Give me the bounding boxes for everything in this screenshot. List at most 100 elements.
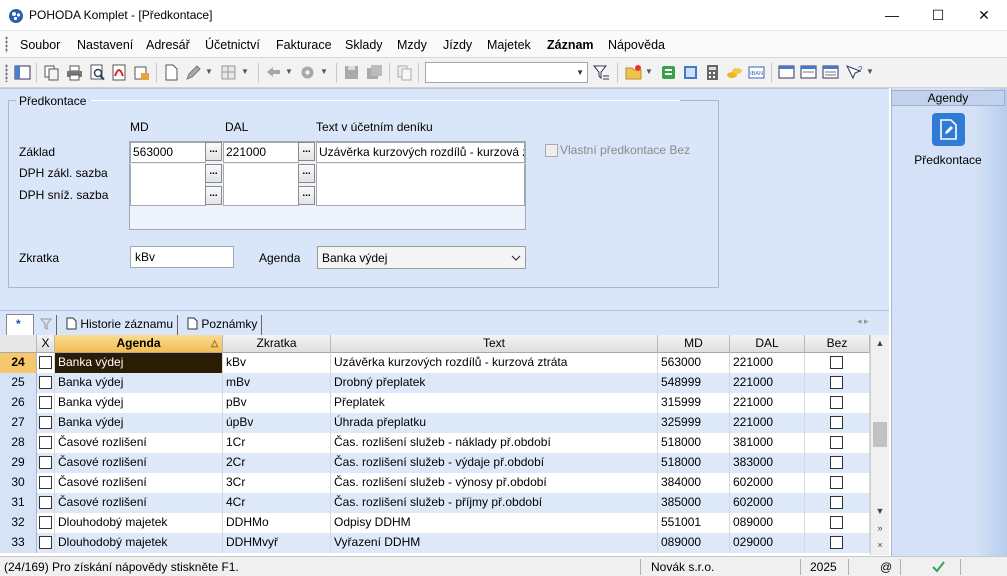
menu-grip[interactable] <box>5 36 8 53</box>
table-row[interactable]: 32 Dlouhodobý majetek DDHMo Odpisy DDHM 5510… <box>0 513 870 533</box>
coins-icon[interactable] <box>726 64 743 81</box>
grid-vertical-scrollbar[interactable]: ▲ ▼ » × <box>870 335 889 555</box>
tab-historie[interactable]: Historie záznamu <box>62 315 179 335</box>
minimize-button[interactable]: — <box>869 0 915 31</box>
table-row[interactable]: 27 Banka výdej úpBv Úhrada přeplatku 325999 2… <box>0 413 870 433</box>
dal-dph-zakl-browse-button[interactable]: ... <box>298 164 315 183</box>
dal-dph-input[interactable] <box>223 164 299 206</box>
table-row[interactable]: 26 Banka výdej pBv Přeplatek 315999 221000 <box>0 393 870 413</box>
table-row[interactable]: 31 Časové rozlišení 4Cr Čas. rozlišení služ… <box>0 493 870 513</box>
save-icon[interactable] <box>343 64 360 81</box>
menu-napoveda[interactable]: Nápověda <box>608 38 665 52</box>
menu-mzdy[interactable]: Mzdy <box>397 38 427 52</box>
filter-icon[interactable] <box>593 64 610 81</box>
iban-icon[interactable]: IBAN <box>748 64 765 81</box>
bez-checkbox[interactable] <box>830 456 843 469</box>
row-select-checkbox[interactable] <box>39 436 52 449</box>
bez-checkbox[interactable] <box>830 396 843 409</box>
window-icon[interactable] <box>778 64 795 81</box>
vlastni-predkontace-checkbox[interactable] <box>545 144 558 157</box>
row-select-checkbox[interactable] <box>39 476 52 489</box>
column-header-x[interactable]: X <box>37 335 55 353</box>
arrow-left-icon[interactable] <box>265 64 282 81</box>
table-row[interactable]: 25 Banka výdej mBv Drobný přeplatek 548999 22… <box>0 373 870 393</box>
scroll-up-icon[interactable]: ▲ <box>871 335 889 351</box>
tab-poznamky[interactable]: Poznámky <box>183 315 263 335</box>
panel-toggle-icon[interactable] <box>14 64 31 81</box>
help-icon[interactable]: ? <box>845 64 862 81</box>
close-button[interactable]: ✕ <box>961 0 1007 31</box>
column-header-bez[interactable]: Bez <box>805 335 870 353</box>
md-dph-input[interactable] <box>130 164 206 206</box>
bez-checkbox[interactable] <box>830 376 843 389</box>
md-zaklad-browse-button[interactable]: ... <box>205 142 222 161</box>
bez-checkbox[interactable] <box>830 516 843 529</box>
text-zaklad-input[interactable]: Uzávěrka kurzových rozdílů - kurzová ztr… <box>316 142 525 163</box>
text-dph-input[interactable] <box>316 164 525 206</box>
toolbar-grip[interactable] <box>5 64 8 82</box>
chevron-down-icon[interactable]: ▼ <box>241 67 249 76</box>
menu-majetek[interactable]: Majetek <box>487 38 531 52</box>
document-green-icon[interactable] <box>660 64 677 81</box>
scroll-page-down-icon[interactable]: » <box>871 520 889 536</box>
chevron-down-icon[interactable]: ▼ <box>866 67 874 76</box>
md-dph-zakl-browse-button[interactable]: ... <box>205 164 222 183</box>
bez-checkbox[interactable] <box>830 416 843 429</box>
row-select-checkbox[interactable] <box>39 516 52 529</box>
column-header-dal[interactable]: DAL <box>730 335 805 353</box>
folder-icon[interactable] <box>625 64 642 81</box>
save-all-icon[interactable] <box>366 64 383 81</box>
md-dph-sniz-browse-button[interactable]: ... <box>205 186 222 205</box>
table-row[interactable]: 28 Časové rozlišení 1Cr Čas. rozlišení služ… <box>0 433 870 453</box>
gear-icon[interactable] <box>299 64 316 81</box>
tab-star[interactable]: * <box>6 314 34 335</box>
bez-checkbox[interactable] <box>830 476 843 489</box>
agenda-select[interactable]: Banka výdej <box>317 246 526 269</box>
menu-nastaveni[interactable]: Nastavení <box>77 38 133 52</box>
dal-dph-sniz-browse-button[interactable]: ... <box>298 186 315 205</box>
scroll-down-icon[interactable]: ▼ <box>871 503 889 519</box>
copy-icon[interactable] <box>43 64 60 81</box>
table-row[interactable]: 33 Dlouhodobý majetek DDHMvyř Vyřazení DDHM… <box>0 533 870 553</box>
row-select-checkbox[interactable] <box>39 416 52 429</box>
tab-scroll-arrows[interactable]: ◂ ▸ <box>857 316 869 327</box>
chevron-down-icon[interactable]: ▼ <box>205 67 213 76</box>
maximize-button[interactable]: ☐ <box>915 0 961 31</box>
menu-ucetnictvi[interactable]: Účetnictví <box>205 38 260 52</box>
export-icon[interactable] <box>133 64 150 81</box>
bez-checkbox[interactable] <box>830 356 843 369</box>
bez-checkbox[interactable] <box>830 496 843 509</box>
menu-jizdy[interactable]: Jízdy <box>443 38 472 52</box>
menu-zaznam[interactable]: Záznam <box>547 38 594 52</box>
menu-adresar[interactable]: Adresář <box>146 38 190 52</box>
calculator-icon[interactable] <box>704 64 721 81</box>
bez-checkbox[interactable] <box>830 436 843 449</box>
row-select-checkbox[interactable] <box>39 376 52 389</box>
row-select-checkbox[interactable] <box>39 496 52 509</box>
dal-zaklad-browse-button[interactable]: ... <box>298 142 315 161</box>
row-select-checkbox[interactable] <box>39 396 52 409</box>
row-select-checkbox[interactable] <box>39 456 52 469</box>
column-header-text[interactable]: Text <box>331 335 658 353</box>
scroll-clear-icon[interactable]: × <box>871 537 889 553</box>
predkontace-tile-button[interactable] <box>932 113 965 146</box>
list-window-icon[interactable] <box>822 64 839 81</box>
column-header-agenda[interactable]: Agenda △ <box>55 335 223 353</box>
new-record-icon[interactable] <box>163 64 180 81</box>
chevron-down-icon[interactable] <box>511 255 521 261</box>
edit-icon[interactable] <box>185 64 202 81</box>
menu-fakturace[interactable]: Fakturace <box>276 38 332 52</box>
layout-icon[interactable] <box>800 64 817 81</box>
book-icon[interactable] <box>682 64 699 81</box>
bez-checkbox[interactable] <box>830 536 843 549</box>
row-select-checkbox[interactable] <box>39 536 52 549</box>
filter-combo[interactable]: ▼ <box>425 62 588 83</box>
chevron-down-icon[interactable]: ▼ <box>285 67 293 76</box>
md-zaklad-input[interactable]: 563000 <box>130 142 206 163</box>
duplicate-icon[interactable] <box>396 64 413 81</box>
zkratka-input[interactable]: kBv <box>130 246 234 268</box>
pdf-icon[interactable] <box>111 64 128 81</box>
predkontace-tile-label[interactable]: Předkontace <box>891 153 1005 167</box>
menu-soubor[interactable]: Soubor <box>20 38 60 52</box>
chevron-down-icon[interactable]: ▼ <box>320 67 328 76</box>
